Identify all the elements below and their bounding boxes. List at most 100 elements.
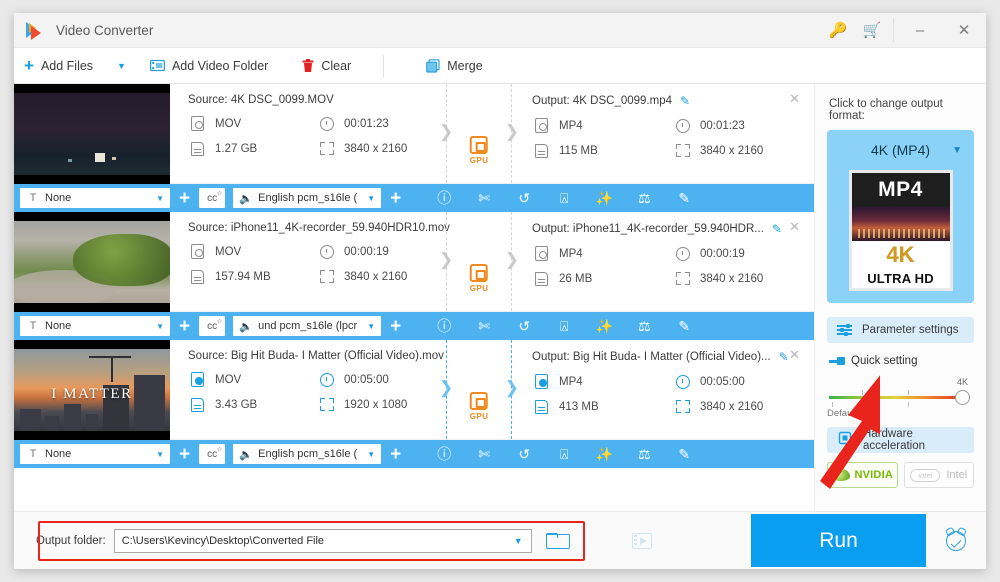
add-files-button[interactable]: + Add Files <box>14 48 103 84</box>
poster-cityscape <box>851 207 950 241</box>
slider-knob[interactable] <box>955 390 970 405</box>
minimize-button[interactable]: – <box>898 13 942 48</box>
file-row[interactable]: Source: iPhone11_4K-recorder_59.940HDR10… <box>14 212 814 312</box>
chevron-down-icon: ▼ <box>367 193 376 203</box>
watermark-icon[interactable]: ⚖ <box>624 190 664 207</box>
info-icon[interactable]: ⓘ <box>424 188 464 208</box>
output-info: Output: Big Hit Buda- I Matter (Official… <box>512 340 814 439</box>
edit-icon[interactable]: ✎ <box>664 318 704 335</box>
add-subtitle-button[interactable]: + <box>179 445 190 464</box>
parameter-settings-button[interactable]: Parameter settings <box>827 317 974 343</box>
merge-button[interactable]: Merge <box>416 48 492 84</box>
conversion-arrow-column: ❯ ❯ GPU <box>439 340 519 439</box>
subtitle-text-icon: T <box>29 192 37 204</box>
source-duration: 00:01:23 <box>317 115 446 132</box>
cut-icon[interactable]: ✄ <box>464 446 504 463</box>
file-row[interactable]: I MATTER Source: Big Hit Buda- I Matter … <box>14 340 814 440</box>
effect-icon[interactable]: ✨ <box>584 318 624 335</box>
output-format-card[interactable]: 4K (MP4) ▼ MP4 4K ULTRA HD <box>827 130 974 303</box>
file-meta: Source: Big Hit Buda- I Matter (Official… <box>170 340 814 439</box>
video-thumbnail[interactable] <box>14 84 170 184</box>
video-format-icon <box>188 115 207 132</box>
info-icon[interactable]: ⓘ <box>424 444 464 464</box>
video-folder-icon <box>149 59 165 72</box>
closed-caption-button[interactable]: cc ☆ <box>199 316 226 336</box>
chevron-down-icon[interactable]: ▼ <box>510 536 527 546</box>
quick-setting-row[interactable]: Quick setting <box>829 355 974 367</box>
remove-file-button[interactable]: ✕ <box>789 347 800 363</box>
add-audio-button[interactable]: + <box>390 445 401 464</box>
effect-icon[interactable]: ✨ <box>584 446 624 463</box>
close-button[interactable]: ✕ <box>942 13 986 48</box>
trash-icon <box>302 58 314 73</box>
watermark-icon[interactable]: ⚖ <box>624 446 664 463</box>
video-thumbnail[interactable]: I MATTER <box>14 340 170 440</box>
crop-icon[interactable]: ⍓ <box>544 318 584 335</box>
add-audio-button[interactable]: + <box>390 189 401 208</box>
cut-icon[interactable]: ✄ <box>464 190 504 207</box>
rotate-icon[interactable]: ↺ <box>504 190 544 207</box>
edit-icon[interactable]: ✎ <box>664 190 704 207</box>
run-button[interactable]: Run <box>751 514 926 567</box>
closed-caption-button[interactable]: cc ☆ <box>199 444 226 464</box>
output-format-selector[interactable]: 4K (MP4) ▼ <box>837 139 964 161</box>
output-folder-value: C:\Users\Kevincy\Desktop\Converted File <box>121 534 325 547</box>
add-audio-button[interactable]: + <box>390 317 401 336</box>
film-preview-icon[interactable] <box>631 532 652 549</box>
clock-icon <box>317 371 336 388</box>
source-resolution: 1920 x 1080 <box>317 396 446 413</box>
add-subtitle-button[interactable]: + <box>179 317 190 336</box>
cart-icon[interactable]: 🛒 <box>855 13 889 48</box>
intel-logo-icon: intel <box>910 468 941 482</box>
slider-track[interactable] <box>829 396 960 399</box>
closed-caption-button[interactable]: cc ☆ <box>199 188 226 208</box>
subtitle-select[interactable]: T None ▼ <box>20 444 170 464</box>
output-resolution: 3840 x 2160 <box>673 270 814 287</box>
cut-icon[interactable]: ✄ <box>464 318 504 335</box>
audio-select[interactable]: 🔈 English pcm_s16le ( ▼ <box>233 188 382 208</box>
file-row[interactable]: Source: 4K DSC_0099.MOV MOV 00:01:23 1.2… <box>14 84 814 184</box>
audio-select[interactable]: 🔈 English pcm_s16le ( ▼ <box>233 444 382 464</box>
resolution-icon <box>317 140 336 157</box>
chevron-right-icon: ❯ <box>439 378 454 397</box>
video-thumbnail[interactable] <box>14 212 170 312</box>
remove-file-button[interactable]: ✕ <box>789 91 800 107</box>
add-files-dropdown-caret[interactable]: ▼ <box>103 61 140 71</box>
output-folder-input[interactable]: C:\Users\Kevincy\Desktop\Converted File … <box>113 528 532 553</box>
quality-slider[interactable]: 4K Default <box>827 377 974 421</box>
clear-button[interactable]: Clear <box>292 48 361 84</box>
subtitle-select[interactable]: T None ▼ <box>20 188 170 208</box>
rotate-icon[interactable]: ↺ <box>504 446 544 463</box>
intel-button[interactable]: intel Intel <box>903 462 974 488</box>
file-size-icon <box>532 142 551 159</box>
alarm-clock-icon[interactable] <box>926 530 986 551</box>
chevron-down-icon[interactable]: ▼ <box>952 145 962 156</box>
add-video-folder-button[interactable]: Add Video Folder <box>140 48 278 84</box>
nvidia-button[interactable]: NVIDIA <box>827 462 898 488</box>
add-subtitle-button[interactable]: + <box>179 189 190 208</box>
watermark-icon[interactable]: ⚖ <box>624 318 664 335</box>
key-icon[interactable]: 🔑 <box>821 13 855 48</box>
app-logo-icon <box>26 21 44 40</box>
rename-pencil-icon[interactable]: ✎ <box>680 94 690 108</box>
gpu-vendor-toggle: NVIDIA intel Intel <box>827 462 974 488</box>
rotate-icon[interactable]: ↺ <box>504 318 544 335</box>
rename-pencil-icon[interactable]: ✎ <box>779 350 789 364</box>
crop-icon[interactable]: ⍓ <box>544 190 584 207</box>
folder-icon[interactable] <box>545 532 570 549</box>
source-filesize: 1.27 GB <box>188 140 317 157</box>
crop-icon[interactable]: ⍓ <box>544 446 584 463</box>
output-duration: 00:00:19 <box>673 245 814 262</box>
speaker-icon: 🔈 <box>239 320 253 333</box>
chevron-right-icon: ❯ <box>439 250 454 269</box>
effect-icon[interactable]: ✨ <box>584 190 624 207</box>
hardware-acceleration-button[interactable]: Hardware acceleration <box>827 427 974 453</box>
audio-select[interactable]: 🔈 und pcm_s16le (lpcr ▼ <box>233 316 382 336</box>
rename-pencil-icon[interactable]: ✎ <box>772 222 782 236</box>
remove-file-button[interactable]: ✕ <box>789 219 800 235</box>
resolution-icon <box>317 396 336 413</box>
info-icon[interactable]: ⓘ <box>424 316 464 336</box>
clock-icon <box>317 243 336 260</box>
subtitle-select[interactable]: T None ▼ <box>20 316 170 336</box>
edit-icon[interactable]: ✎ <box>664 446 704 463</box>
